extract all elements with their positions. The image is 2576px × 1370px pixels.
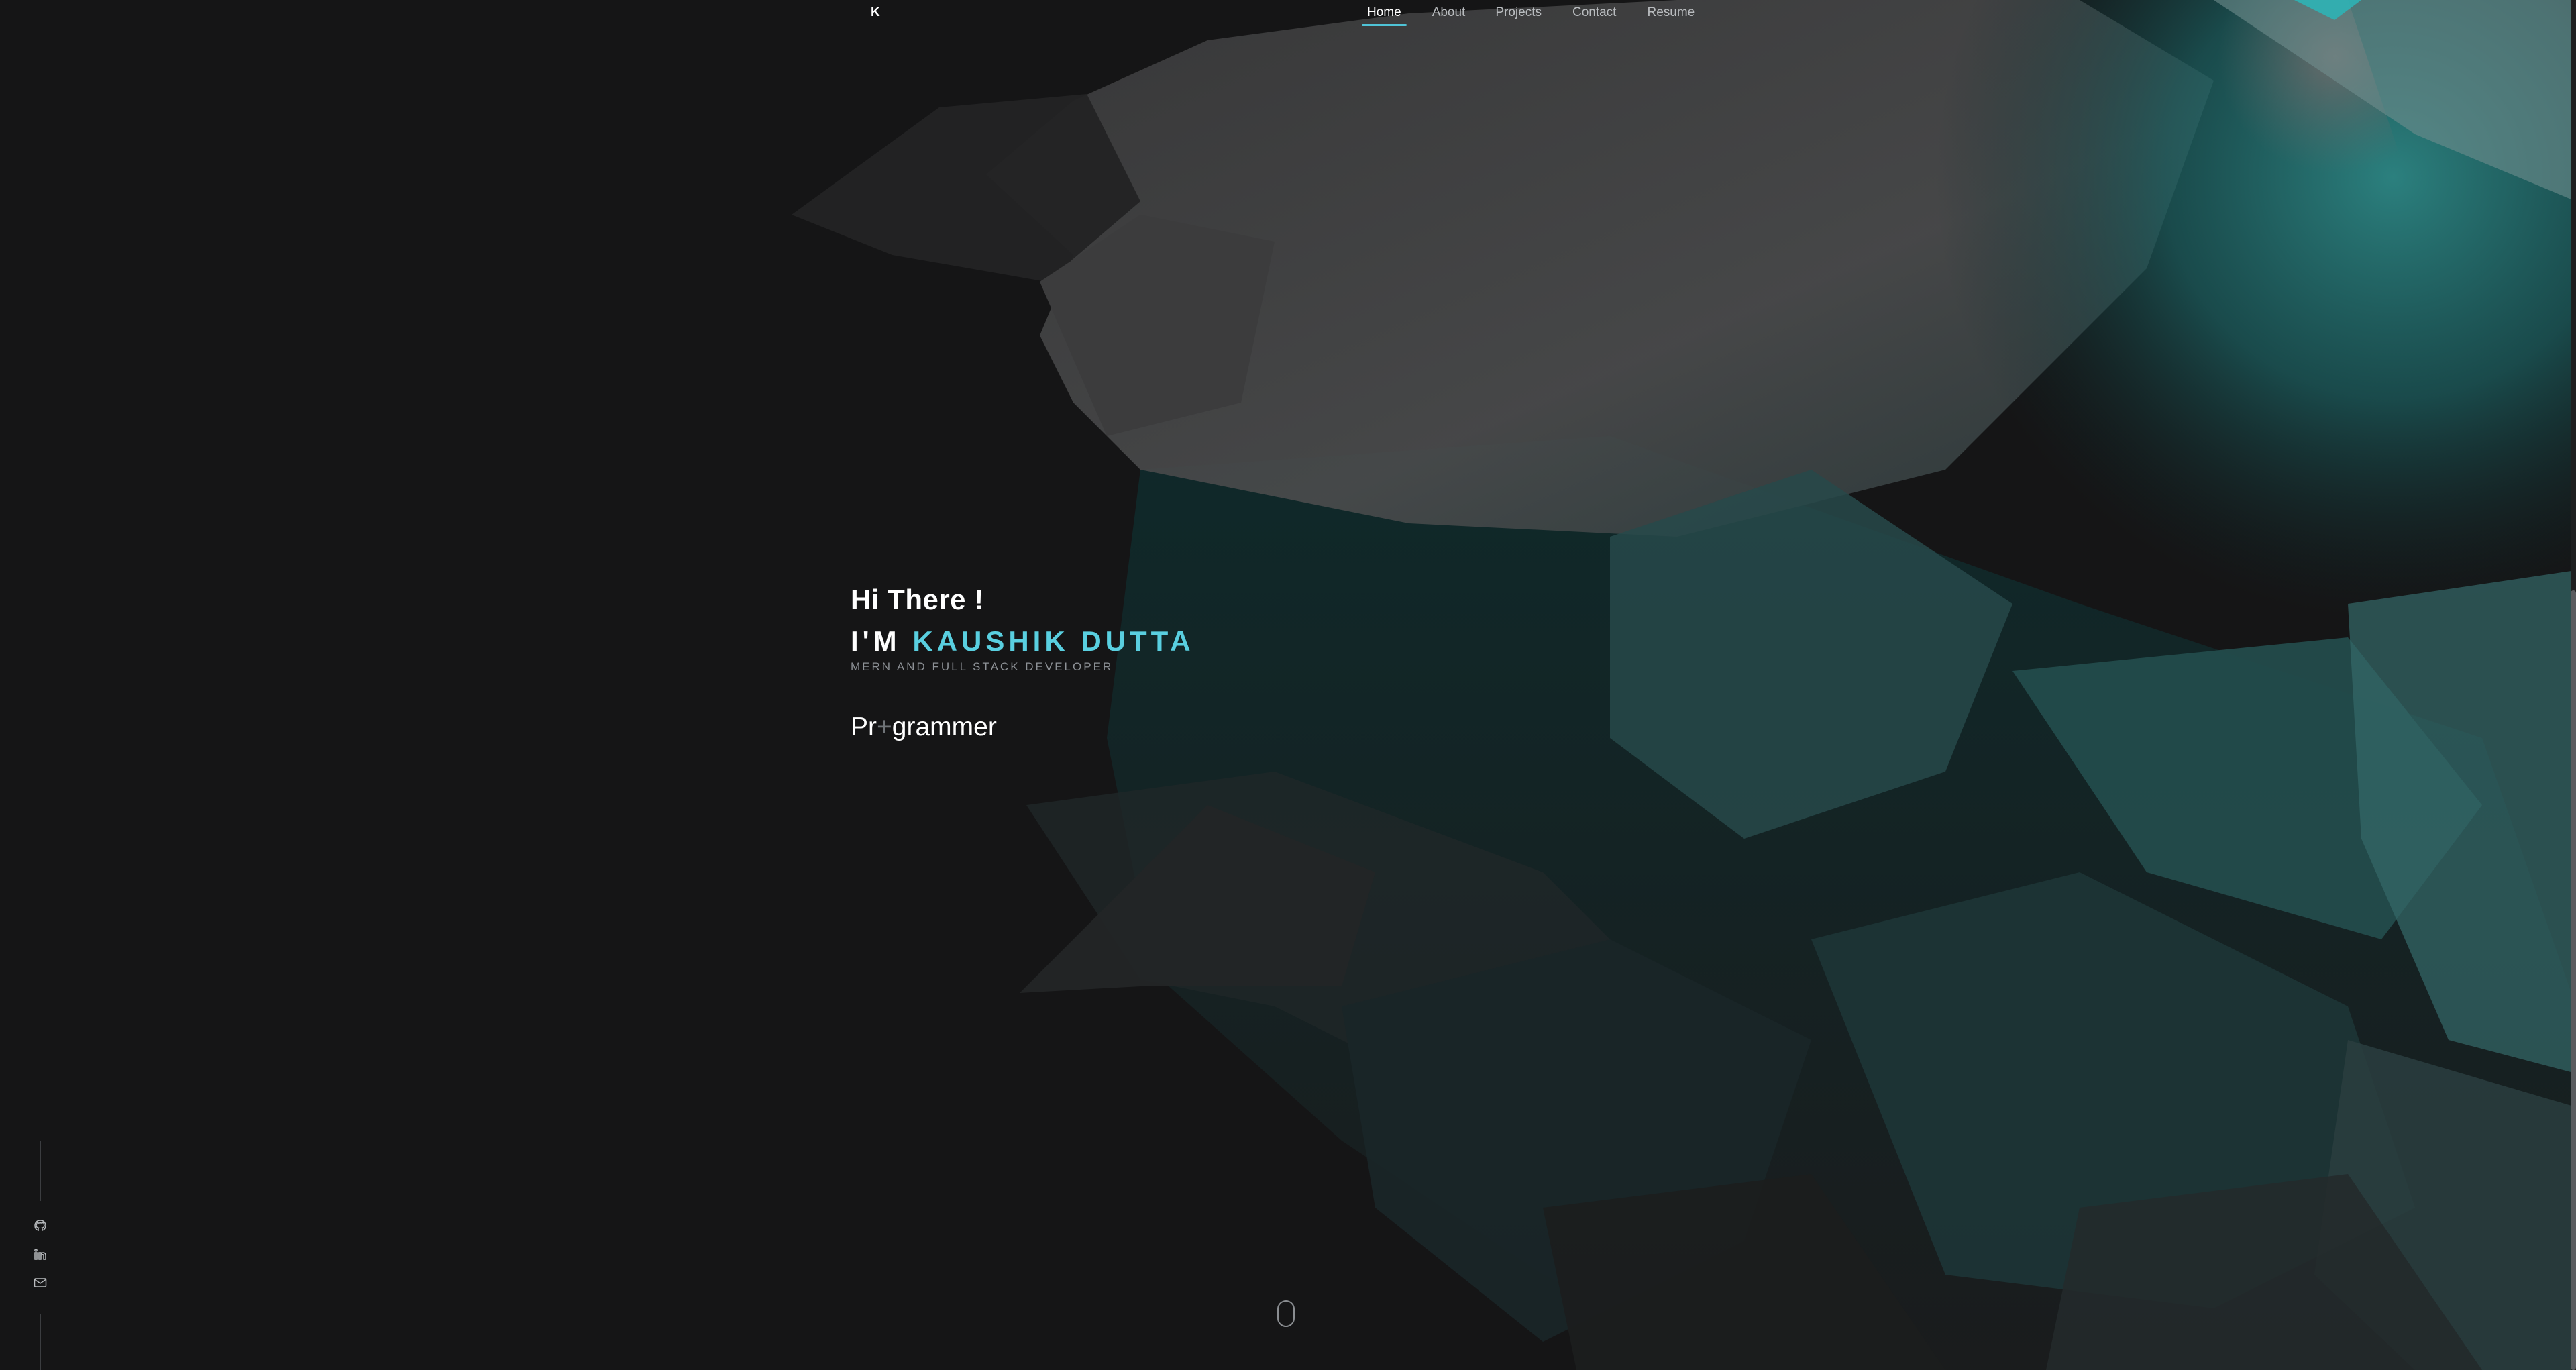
hero-name: KAUSHIK DUTTA: [912, 625, 1195, 657]
background-3d-art: [792, 0, 2576, 1370]
hero-section: Hi There ! I'M KAUSHIK DUTTA MERN AND FU…: [851, 584, 1195, 742]
hero-greeting: Hi There !: [851, 584, 984, 615]
hero-role: MERN AND FULL STACK DEVELOPER: [851, 660, 1114, 673]
mouse-icon[interactable]: [1277, 1300, 1295, 1327]
nav-link-projects[interactable]: Projects: [1490, 5, 1547, 20]
scrollbar-thumb[interactable]: [2571, 590, 2576, 1370]
sidebar-line-bottom: [40, 1314, 41, 1370]
site-logo[interactable]: K: [871, 5, 880, 20]
nav-link-about[interactable]: About: [1427, 5, 1471, 20]
top-navbar: K Home About Projects Contact Resume: [0, 0, 2576, 32]
nav-links: Home About Projects Contact Resume: [1362, 5, 1700, 26]
social-sidebar: [32, 1141, 48, 1370]
nav-link-resume[interactable]: Resume: [1642, 5, 1700, 20]
typewriter-cursor: +: [877, 713, 892, 741]
typed-text-after: grammer: [892, 713, 997, 741]
typed-text-before: Pr: [851, 713, 877, 741]
typewriter-text: Pr+grammer: [851, 713, 1195, 742]
sidebar-line-top: [40, 1141, 41, 1201]
intro-prefix: I'M: [851, 625, 901, 657]
nav-link-contact[interactable]: Contact: [1567, 5, 1621, 20]
hero-intro: I'M KAUSHIK DUTTA: [851, 625, 1195, 657]
nav-link-home[interactable]: Home: [1362, 5, 1407, 26]
page: K Home About Projects Contact Resume Hi …: [0, 0, 2576, 1370]
linkedin-icon[interactable]: [32, 1247, 48, 1263]
mail-icon[interactable]: [32, 1275, 48, 1291]
github-icon[interactable]: [32, 1218, 48, 1234]
